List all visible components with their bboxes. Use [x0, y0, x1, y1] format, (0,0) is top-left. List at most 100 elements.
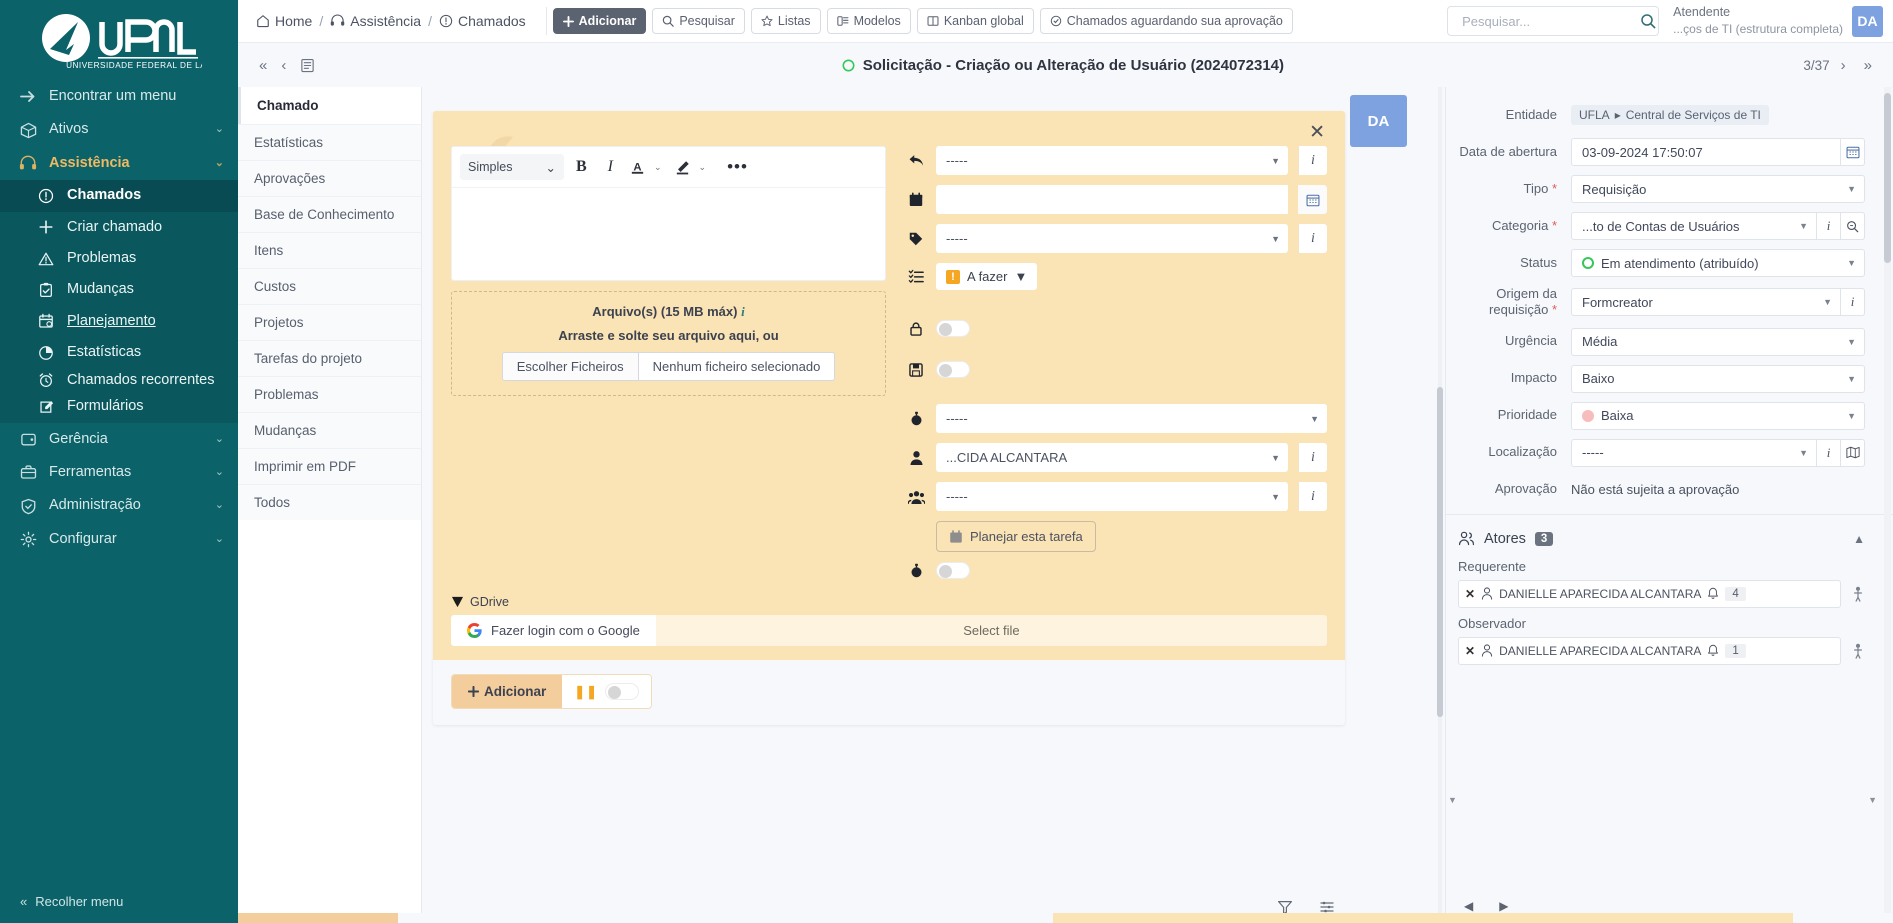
calendar-picker-icon[interactable] — [1298, 185, 1327, 214]
type-select[interactable]: Requisição ▼ — [1571, 175, 1865, 203]
status-select[interactable]: Em atendimento (atribuído) ▼ — [1571, 249, 1865, 277]
rpanel-scrollbar[interactable] — [1884, 93, 1891, 263]
chevron-up-icon[interactable]: ▲ — [1853, 532, 1865, 546]
panel-next-button[interactable]: ▶ — [1499, 899, 1508, 913]
date-input[interactable] — [936, 185, 1288, 214]
templates-button[interactable]: Modelos — [826, 8, 911, 34]
assigned-group-info-button[interactable]: i — [1298, 482, 1327, 511]
date-picker-icon[interactable] — [1841, 138, 1865, 166]
search-button[interactable]: Pesquisar — [652, 8, 745, 34]
previous-page-button[interactable]: ‹ — [274, 57, 293, 74]
first-page-button[interactable]: « — [252, 57, 274, 74]
tab-custos[interactable]: Custos — [238, 268, 421, 304]
avatar[interactable]: DA — [1852, 5, 1883, 37]
impact-select[interactable]: Baixo ▼ — [1571, 364, 1865, 393]
breadcrumb-item-chamados[interactable]: Chamados — [439, 13, 526, 29]
gdrive-select-file[interactable]: Select file — [655, 615, 1327, 646]
opening-date-input[interactable]: 03-09-2024 17:50:07 — [1571, 138, 1841, 166]
remove-actor-icon[interactable]: ✕ — [1465, 587, 1475, 601]
source-select[interactable]: ----- ▼ — [936, 146, 1288, 175]
tab-projetos[interactable]: Projetos — [238, 304, 421, 340]
tab-chamado[interactable]: Chamado — [238, 87, 421, 124]
add-button[interactable]: Adicionar — [552, 8, 647, 34]
location-info-button[interactable]: i — [1817, 438, 1841, 467]
template-toggle[interactable] — [936, 361, 970, 378]
remove-actor-icon[interactable]: ✕ — [1465, 644, 1475, 658]
tab-problemas[interactable]: Problemas — [238, 376, 421, 412]
actors-section-header[interactable]: Atores 3 ▲ — [1446, 515, 1893, 551]
map-icon[interactable] — [1841, 438, 1865, 467]
sidebar-item-administracao[interactable]: Administração ⌄ — [0, 489, 238, 522]
request-source-select[interactable]: Formcreator ▼ — [1571, 288, 1841, 317]
sidebar-item-problemas[interactable]: Problemas — [0, 243, 238, 274]
sidebar-item-planejamento[interactable]: Planejamento — [0, 306, 238, 337]
bold-button[interactable]: B — [568, 158, 595, 176]
sidebar-item-chamados[interactable]: Chamados — [0, 180, 238, 212]
lists-button[interactable]: Listas — [750, 8, 821, 34]
location-select[interactable]: ----- ▼ — [1571, 438, 1817, 467]
category-select[interactable]: ----- ▼ — [936, 224, 1288, 253]
bell-icon[interactable] — [1707, 587, 1719, 600]
sidebar-item-criar-chamado[interactable]: Criar chamado — [0, 212, 238, 243]
choose-files-button[interactable]: Escolher Ficheiros — [502, 353, 639, 380]
assigned-group-select[interactable]: ----- ▼ — [936, 482, 1288, 511]
category-info-button[interactable]: i — [1298, 224, 1327, 253]
category-select[interactable]: ...to de Contas de Usuários ▼ — [1571, 212, 1817, 240]
actual-duration-toggle[interactable] — [936, 562, 970, 579]
next-page-button[interactable]: › — [1834, 57, 1853, 74]
pending-approval-button[interactable]: Chamados aguardando sua aprovação — [1039, 8, 1293, 34]
user-menu[interactable]: Atendente ...ços de TI (estrutura comple… — [1673, 4, 1883, 37]
requester-input[interactable]: ✕ DANIELLE APARECIDA ALCANTARA 4 — [1458, 579, 1841, 608]
bell-icon[interactable] — [1707, 644, 1719, 657]
panel-collapse-left-icon[interactable]: ▼ — [1448, 795, 1457, 805]
breadcrumb-item-assistencia[interactable]: Assistência — [330, 13, 421, 29]
more-options-icon[interactable]: ••• — [719, 157, 756, 177]
highlight-chevron-down-icon[interactable]: ⌄ — [698, 162, 712, 173]
category-info-button[interactable]: i — [1817, 212, 1841, 240]
tab-base-de-conhecimento[interactable]: Base de Conhecimento — [238, 196, 421, 232]
request-source-info-button[interactable]: i — [1841, 288, 1865, 317]
sidebar-item-configurar[interactable]: Configurar ⌄ — [0, 523, 238, 556]
tab-todos[interactable]: Todos — [238, 484, 421, 520]
file-upload-dropzone[interactable]: Arquivo(s) (15 MB máx) i Arraste e solte… — [451, 291, 886, 396]
sidebar-item-chamados-recorrentes[interactable]: Chamados recorrentes — [0, 369, 238, 392]
editor-style-select[interactable]: Simples ⌄ — [460, 154, 564, 180]
observer-input[interactable]: ✕ DANIELLE APARECIDA ALCANTARA 1 — [1458, 636, 1841, 665]
plan-task-button[interactable]: Planejar esta tarefa — [936, 521, 1096, 552]
private-toggle[interactable] — [936, 320, 970, 337]
font-color-chevron-down-icon[interactable]: ⌄ — [653, 162, 667, 173]
priority-select[interactable]: Baixa ▼ — [1571, 401, 1865, 430]
kanban-button[interactable]: Kanban global — [916, 8, 1034, 34]
source-info-button[interactable]: i — [1298, 146, 1327, 175]
search-icon[interactable] — [1640, 13, 1656, 29]
sidebar-item-formularios[interactable]: Formulários — [0, 391, 238, 422]
panel-prev-button[interactable]: ◀ — [1464, 899, 1473, 913]
state-select[interactable]: ! A fazer ▼ — [936, 263, 1038, 290]
tab-tarefas-do-projeto[interactable]: Tarefas do projeto — [238, 340, 421, 376]
sidebar-item-mudancas[interactable]: Mudanças — [0, 274, 238, 305]
tab-itens[interactable]: Itens — [238, 232, 421, 268]
search-input[interactable] — [1460, 12, 1641, 30]
editor-content[interactable] — [452, 188, 885, 280]
info-icon[interactable]: i — [741, 304, 745, 319]
sidebar-item-gerencia[interactable]: Gerência ⌄ — [0, 423, 238, 456]
sidebar-item-estatisticas[interactable]: Estatísticas — [0, 337, 238, 368]
tab-aprovacoes[interactable]: Aprovações — [238, 160, 421, 196]
followup-pause-toggle[interactable] — [605, 683, 640, 700]
category-search-icon[interactable] — [1841, 212, 1865, 240]
tab-estatisticas[interactable]: Estatísticas — [238, 124, 421, 160]
list-view-button[interactable] — [293, 58, 322, 73]
font-color-icon[interactable]: A — [626, 159, 649, 176]
last-page-button[interactable]: » — [1857, 57, 1879, 74]
duration-select[interactable]: ----- ▼ — [936, 404, 1327, 433]
sidebar-item-ferramentas[interactable]: Ferramentas ⌄ — [0, 456, 238, 489]
add-person-icon[interactable] — [1851, 586, 1865, 602]
tab-mudancas[interactable]: Mudanças — [238, 412, 421, 448]
assigned-user-select[interactable]: ...CIDA ALCANTARA ▼ — [936, 443, 1288, 472]
urgency-select[interactable]: Média ▼ — [1571, 327, 1865, 356]
sidebar-find-menu[interactable]: Encontrar um menu — [0, 80, 238, 113]
highlight-icon[interactable] — [671, 159, 694, 176]
google-login-button[interactable]: Fazer login com o Google — [451, 615, 656, 646]
center-scrollbar[interactable] — [1437, 387, 1443, 717]
sidebar-item-ativos[interactable]: Ativos ⌄ — [0, 113, 238, 146]
